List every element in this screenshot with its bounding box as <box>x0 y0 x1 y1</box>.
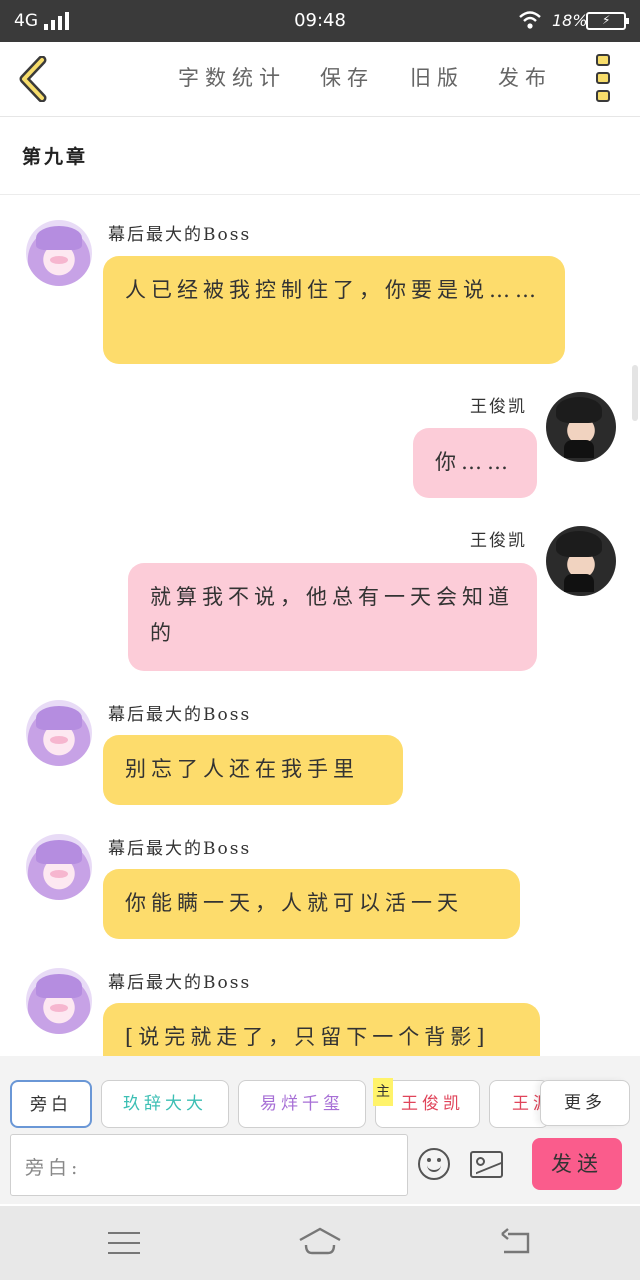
more-menu-icon[interactable] <box>594 54 616 106</box>
input-role-label: 旁白: <box>25 1157 82 1179</box>
role-yiyangqianxi[interactable]: 易烊千玺 <box>238 1080 366 1128</box>
menu-icon[interactable] <box>108 1232 140 1254</box>
chat-area[interactable]: 幕后最大的Boss 人已经被我控制住了，你要是说…… 王俊凯 你…… 王俊凯 就… <box>0 196 640 1056</box>
message-bubble[interactable]: 别忘了人还在我手里 <box>103 735 403 805</box>
battery-percent: 18% <box>552 11 588 30</box>
home-icon[interactable] <box>298 1226 342 1256</box>
old-version-button[interactable]: 旧版 <box>410 62 464 92</box>
sender-name: 幕后最大的Boss <box>108 225 252 245</box>
battery-icon: ⚡ <box>586 12 629 30</box>
message-input[interactable]: 旁白: <box>10 1134 408 1196</box>
wang-junkai-avatar[interactable] <box>546 526 616 596</box>
publish-button[interactable]: 发布 <box>498 62 552 92</box>
sender-name: 幕后最大的Boss <box>108 839 252 859</box>
boss-avatar[interactable] <box>26 834 92 900</box>
sender-name: 幕后最大的Boss <box>108 973 252 993</box>
clock: 09:48 <box>294 10 346 31</box>
send-button[interactable]: 发送 <box>532 1138 622 1190</box>
role-jiuci[interactable]: 玖辞大大 <box>101 1080 229 1128</box>
message-bubble[interactable]: [说完就走了，只留下一个背影] <box>103 1003 540 1056</box>
system-nav-bar <box>0 1206 640 1280</box>
boss-avatar[interactable] <box>26 220 92 286</box>
sender-name: 王俊凯 <box>470 397 527 417</box>
wifi-icon <box>519 11 541 29</box>
word-count-button[interactable]: 字数统计 <box>178 62 286 92</box>
role-narrator[interactable]: 旁白 <box>10 1080 92 1128</box>
sender-name: 王俊凯 <box>470 531 527 551</box>
chapter-title[interactable]: 第九章 <box>22 142 88 169</box>
chapter-header: 第九章 <box>0 117 640 195</box>
boss-avatar[interactable] <box>26 700 92 766</box>
editor-toolbar: 字数统计 保存 旧版 发布 <box>0 42 640 117</box>
sender-name: 幕后最大的Boss <box>108 705 252 725</box>
scrollbar[interactable] <box>632 365 638 421</box>
message-bubble[interactable]: 就算我不说，他总有一天会知道的 <box>128 563 537 671</box>
save-button[interactable]: 保存 <box>320 62 374 92</box>
main-role-badge: 主 <box>373 1078 393 1106</box>
more-roles-button[interactable]: 更多 <box>540 1080 630 1126</box>
wang-junkai-avatar[interactable] <box>546 392 616 462</box>
message-bubble[interactable]: 你…… <box>413 428 537 498</box>
boss-avatar[interactable] <box>26 968 92 1034</box>
message-bubble[interactable]: 人已经被我控制住了，你要是说…… <box>103 256 565 364</box>
image-icon[interactable] <box>470 1151 503 1178</box>
back-icon[interactable] <box>498 1228 532 1256</box>
input-area: 旁白: 发送 <box>0 1132 640 1204</box>
back-arrow-icon[interactable] <box>14 56 54 102</box>
status-bar: 4G 09:48 18% ⚡ <box>0 0 640 42</box>
message-bubble[interactable]: 你能瞒一天，人就可以活一天 <box>103 869 520 939</box>
emoji-icon[interactable] <box>418 1148 450 1180</box>
